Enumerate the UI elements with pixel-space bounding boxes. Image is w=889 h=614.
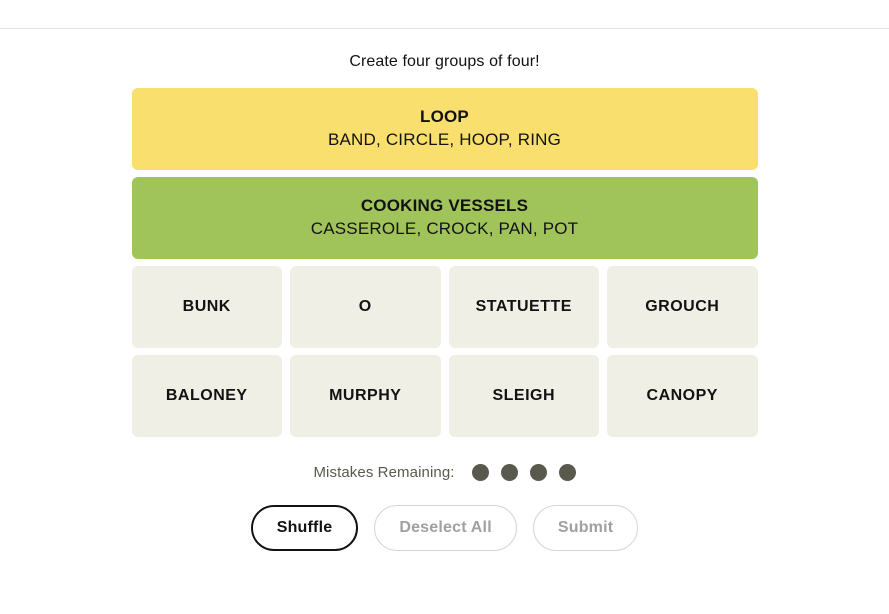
tile-grid: BUNK O STATUETTE GROUCH BALONEY MURPHY SLEIGH C… <box>131 266 758 444</box>
instructions-text: Create four groups of four! <box>349 53 540 70</box>
tile-statuette[interactable]: STATUETTE <box>448 266 599 348</box>
solved-group-members: CASSEROLE, CROCK, PAN, POT <box>310 219 579 238</box>
tile-bunk[interactable]: BUNK <box>131 266 282 348</box>
mistake-dot <box>558 463 576 481</box>
control-buttons: Shuffle Deselect All Submit <box>250 505 639 551</box>
mistake-dots <box>471 463 576 481</box>
connections-game: Create four groups of four! LOOP BAND, CI… <box>0 29 889 614</box>
solved-group-members: BAND, CIRCLE, HOOP, RING <box>327 130 562 149</box>
mistake-dot <box>500 463 518 481</box>
tile-sleigh[interactable]: SLEIGH <box>448 355 599 437</box>
solved-group-title: LOOP <box>420 107 469 126</box>
tile-baloney[interactable]: BALONEY <box>131 355 282 437</box>
tile-canopy[interactable]: CANOPY <box>607 355 758 437</box>
puzzle-board: LOOP BAND, CIRCLE, HOOP, RING COOKING VESS… <box>131 88 758 444</box>
mistakes-remaining: Mistakes Remaining: <box>313 460 576 484</box>
solved-groups-container: LOOP BAND, CIRCLE, HOOP, RING COOKING VESS… <box>131 88 758 266</box>
solved-group-yellow: LOOP BAND, CIRCLE, HOOP, RING <box>131 88 758 170</box>
solved-group-green: COOKING VESSELS CASSEROLE, CROCK, PAN, PO… <box>131 177 758 259</box>
mistake-dot <box>471 463 489 481</box>
submit-button: Submit <box>532 505 639 551</box>
tile-o[interactable]: O <box>290 266 441 348</box>
tile-row: BUNK O STATUETTE GROUCH <box>131 266 758 348</box>
tile-row: BALONEY MURPHY SLEIGH CANOPY <box>131 355 758 437</box>
mistake-dot <box>529 463 547 481</box>
solved-group-title: COOKING VESSELS <box>360 196 529 215</box>
shuffle-button[interactable]: Shuffle <box>250 505 359 551</box>
deselect-all-button: Deselect All <box>374 505 517 551</box>
tile-murphy[interactable]: MURPHY <box>290 355 441 437</box>
mistakes-label: Mistakes Remaining: <box>313 463 455 481</box>
tile-grouch[interactable]: GROUCH <box>607 266 758 348</box>
